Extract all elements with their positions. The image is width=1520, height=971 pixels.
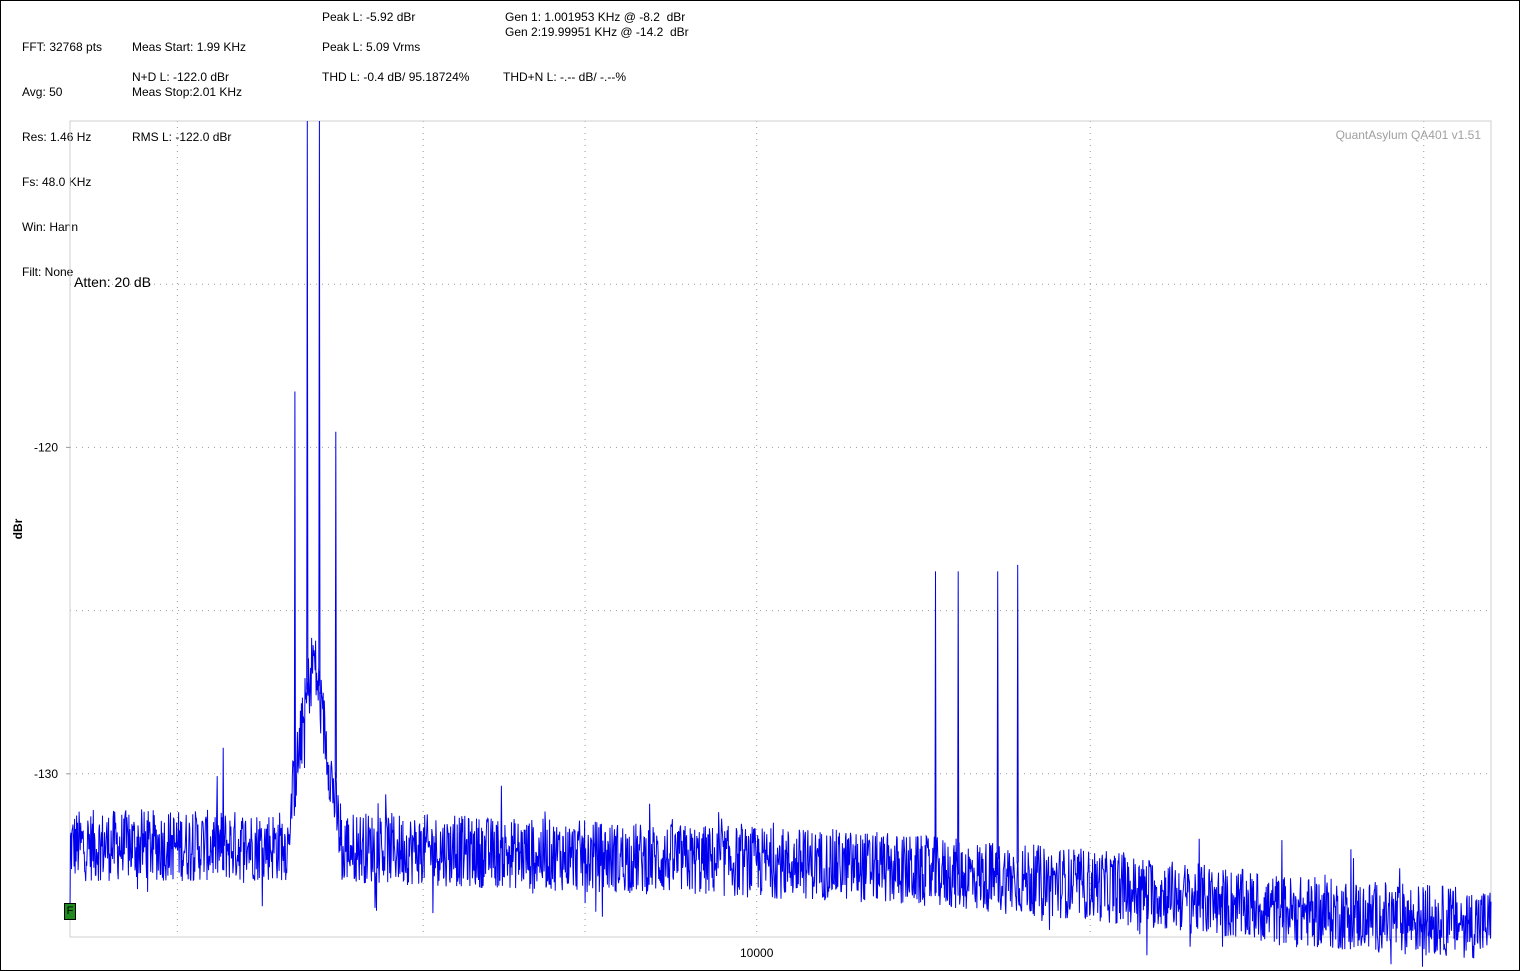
y-axis-label: dBr: [11, 518, 25, 539]
f-marker-button[interactable]: F: [64, 903, 76, 920]
x-tick-label: 10000: [740, 946, 774, 960]
spectrum-chart: -120 -130 10000 QuantAsylum QA401 v1.51 At…: [11, 120, 1492, 967]
y-tick-label: -130: [34, 767, 58, 781]
watermark: QuantAsylum QA401 v1.51: [1336, 128, 1482, 142]
plot-area-border: [69, 120, 1492, 938]
atten-label: Atten: 20 dB: [74, 274, 151, 290]
spectrum-trace: [69, 120, 1492, 967]
chart-grid: [70, 120, 1491, 938]
y-tick-label: -120: [34, 440, 58, 454]
